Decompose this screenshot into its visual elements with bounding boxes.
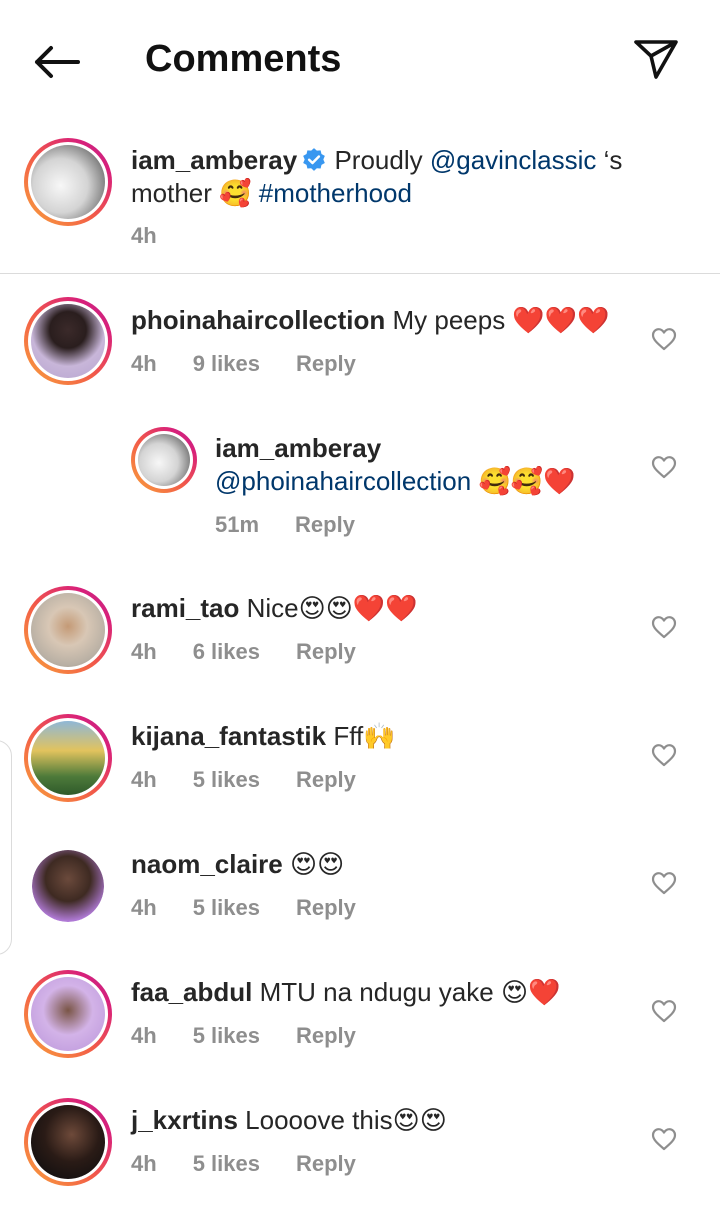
- comment-time: 4h: [131, 1023, 157, 1048]
- reply-button[interactable]: Reply: [296, 1151, 356, 1176]
- comment-body: 😍😍: [282, 849, 345, 879]
- comment-time: 4h: [131, 1151, 157, 1176]
- comment-likes[interactable]: 5 likes: [193, 1151, 260, 1176]
- comment-text: faa_abdul MTU na ndugu yake 😍❤️: [131, 976, 641, 1009]
- like-button[interactable]: [650, 997, 678, 1025]
- caption-mention[interactable]: @gavinclassic: [430, 145, 597, 175]
- edge-panel-handle[interactable]: [0, 740, 12, 955]
- comment-meta: 4h 5 likes Reply: [131, 1023, 392, 1049]
- heart-outline-icon: [651, 744, 677, 767]
- post-caption: iam_amberay Proudly @gavinclassic ‘s mot…: [0, 132, 720, 274]
- comment-username[interactable]: iam_amberay: [215, 433, 381, 463]
- comment-meta: 4h 6 likes Reply: [131, 639, 392, 665]
- comment-time: 4h: [131, 767, 157, 792]
- like-button[interactable]: [650, 741, 678, 769]
- comment-meta: 4h 5 likes Reply: [131, 767, 392, 793]
- heart-outline-icon: [651, 616, 677, 639]
- comment-username[interactable]: phoinahaircollection: [131, 305, 385, 335]
- heart-outline-icon: [651, 1128, 677, 1151]
- caption-hashtag[interactable]: #motherhood: [259, 178, 412, 208]
- comment-text: iam_amberay @phoinahaircollection 🥰🥰❤️: [215, 432, 635, 498]
- reply-button[interactable]: Reply: [296, 895, 356, 920]
- comment-username[interactable]: rami_tao: [131, 593, 239, 623]
- reply-button[interactable]: Reply: [296, 767, 356, 792]
- reply-button[interactable]: Reply: [296, 1023, 356, 1048]
- comment-text: phoinahaircollection My peeps ❤️❤️❤️: [131, 304, 641, 337]
- share-button[interactable]: [630, 34, 682, 84]
- caption-text: iam_amberay Proudly @gavinclassic ‘s mot…: [131, 144, 691, 210]
- comment-text: naom_claire 😍😍: [131, 848, 641, 881]
- comment-body: 🥰🥰❤️: [471, 466, 576, 496]
- comment-body: MTU na ndugu yake 😍❤️: [252, 977, 561, 1007]
- top-bar: Comments: [0, 0, 720, 120]
- comment-time: 4h: [131, 351, 157, 376]
- comment-mention[interactable]: @phoinahaircollection: [215, 466, 471, 496]
- comment-likes[interactable]: 5 likes: [193, 895, 260, 920]
- comment-meta: 4h 9 likes Reply: [131, 351, 392, 377]
- avatar[interactable]: [131, 427, 197, 493]
- caption-username[interactable]: iam_amberay: [131, 145, 297, 175]
- comment-username[interactable]: kijana_fantastik: [131, 721, 326, 751]
- heart-outline-icon: [651, 456, 677, 479]
- comment-likes[interactable]: 6 likes: [193, 639, 260, 664]
- comment-username[interactable]: naom_claire: [131, 849, 283, 879]
- comment-meta: 4h 5 likes Reply: [131, 1151, 392, 1177]
- comment-body: My peeps ❤️❤️❤️: [385, 305, 610, 335]
- comment-username[interactable]: faa_abdul: [131, 977, 252, 1007]
- heart-outline-icon: [651, 328, 677, 351]
- comment-meta: 4h 5 likes Reply: [131, 895, 392, 921]
- comment-meta: 51m Reply: [215, 512, 391, 538]
- reply-button[interactable]: Reply: [296, 639, 356, 664]
- comment-text: kijana_fantastik Fff🙌: [131, 720, 641, 753]
- like-button[interactable]: [650, 613, 678, 641]
- avatar[interactable]: [24, 714, 112, 802]
- paper-plane-icon: [634, 40, 678, 79]
- comment-likes[interactable]: 9 likes: [193, 351, 260, 376]
- heart-outline-icon: [651, 1000, 677, 1023]
- comment-likes[interactable]: 5 likes: [193, 767, 260, 792]
- comment-text: j_kxrtins Loooove this😍😍: [131, 1104, 641, 1137]
- comment-username[interactable]: j_kxrtins: [131, 1105, 238, 1135]
- avatar[interactable]: [24, 138, 112, 226]
- comment-text: rami_tao Nice😍😍❤️❤️: [131, 592, 641, 625]
- comment-likes[interactable]: 5 likes: [193, 1023, 260, 1048]
- back-button[interactable]: [30, 40, 82, 84]
- comment-time: 51m: [215, 512, 260, 537]
- heart-outline-icon: [651, 872, 677, 895]
- caption-body-1: Proudly: [327, 145, 430, 175]
- verified-badge-icon: [303, 148, 326, 171]
- arrow-left-icon: [35, 46, 80, 78]
- comment-time: 4h: [131, 895, 157, 920]
- avatar[interactable]: [24, 586, 112, 674]
- caption-meta: 4h: [131, 223, 193, 249]
- like-button[interactable]: [650, 869, 678, 897]
- like-button[interactable]: [650, 1125, 678, 1153]
- avatar[interactable]: [32, 850, 104, 922]
- avatar[interactable]: [24, 297, 112, 385]
- avatar[interactable]: [24, 970, 112, 1058]
- comment-body: Loooove this😍😍: [237, 1105, 447, 1135]
- like-button[interactable]: [650, 325, 678, 353]
- comment-body: Fff🙌: [326, 721, 396, 751]
- avatar[interactable]: [24, 1098, 112, 1186]
- caption-time: 4h: [131, 223, 157, 248]
- reply-button[interactable]: Reply: [295, 512, 355, 537]
- like-button[interactable]: [650, 453, 678, 481]
- page-title: Comments: [145, 38, 342, 80]
- comment-body: Nice😍😍❤️❤️: [239, 593, 418, 623]
- comment-time: 4h: [131, 639, 157, 664]
- reply-button[interactable]: Reply: [296, 351, 356, 376]
